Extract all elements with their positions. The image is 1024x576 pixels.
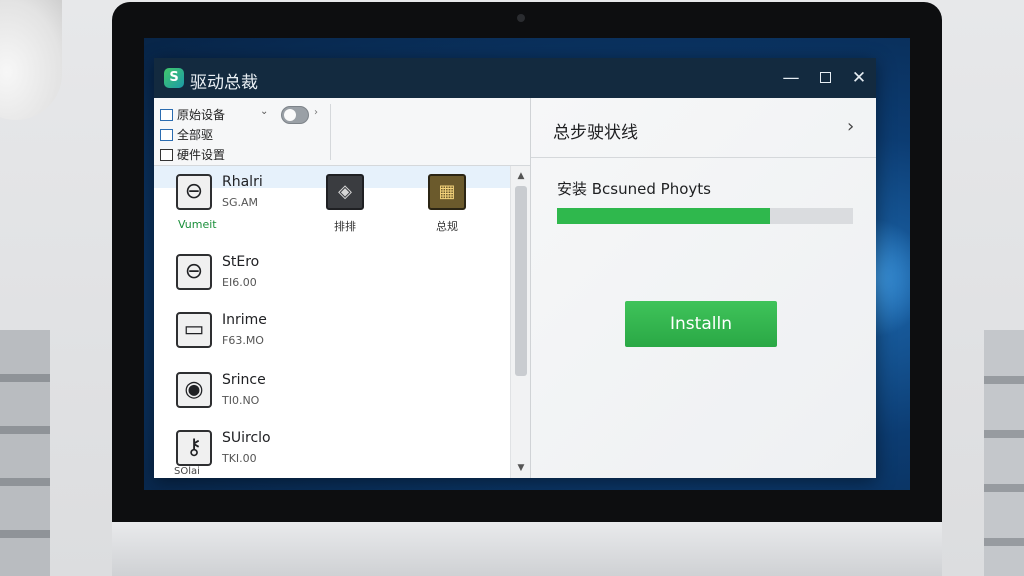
monitor-chin	[112, 522, 942, 576]
webcam	[517, 14, 525, 22]
maximize-icon	[819, 72, 831, 83]
install-button[interactable]: Installn	[625, 301, 777, 347]
install-progress-bar	[557, 208, 853, 224]
view-toggle[interactable]	[281, 106, 309, 124]
driver-icon	[160, 129, 173, 141]
list-item[interactable]: ⊖ Rhalri SG.AM Vumeit	[176, 174, 296, 231]
device-name: Inrime	[222, 312, 267, 328]
toolbar-divider	[330, 104, 331, 160]
right-shelf	[984, 330, 1024, 576]
checkbox-icon	[160, 149, 173, 161]
device-name: StEro	[222, 254, 260, 270]
device-name: Srince	[222, 372, 266, 388]
toolbar-item-label: 硬件设置	[177, 148, 226, 162]
desktop-screen: S 驱动总裁 — ✕ 原始设备 ⌄ › 全部驱 硬件设置 ⊖ Rhalri SG…	[144, 38, 910, 490]
install-pane-title: 总步驶状线	[553, 123, 638, 143]
toolbar-item-label: 原始设备	[177, 108, 226, 122]
toolbar-item-all-drivers[interactable]: 全部驱	[160, 126, 213, 144]
progress-label: 安装 Bcsuned Phoyts	[557, 180, 711, 198]
toggle-knob	[284, 109, 296, 121]
list-item-partial: SOlai	[174, 466, 200, 477]
list-item[interactable]: ◉ Srince TI0.NO	[176, 372, 296, 422]
install-pane: 总步驶状线 › 安装 Bcsuned Phoyts Installn	[531, 98, 876, 478]
device-name: SUirclo	[222, 430, 271, 446]
list-item[interactable]: ◈ 排排	[314, 174, 374, 236]
maximize-button[interactable]	[810, 66, 840, 90]
chip-label: 总规	[436, 220, 458, 233]
device-version: TI0.NO	[222, 394, 260, 407]
chevron-right-icon[interactable]: ›	[314, 107, 318, 118]
network-card-icon: ▭	[176, 312, 212, 348]
chevron-down-icon[interactable]: ⌄	[260, 106, 268, 117]
left-shelf	[0, 330, 50, 576]
minimize-button[interactable]: —	[776, 66, 806, 90]
close-button[interactable]: ✕	[844, 66, 874, 90]
scroll-down-icon[interactable]: ▼	[511, 460, 531, 476]
device-version: F63.MO	[222, 334, 264, 347]
list-item[interactable]: ▦ 总规	[416, 174, 476, 236]
device-version: EI6.00	[222, 276, 257, 289]
device-status: Vumeit	[178, 218, 217, 231]
app-logo-icon: S	[164, 68, 184, 88]
speaker-icon: ◉	[176, 372, 212, 408]
device-pane: 原始设备 ⌄ › 全部驱 硬件设置 ⊖ Rhalri SG.AM Vumeit …	[154, 98, 530, 478]
app-title: 驱动总裁	[190, 73, 258, 93]
list-item[interactable]: ⊖ StEro EI6.00	[176, 254, 296, 304]
scroll-thumb[interactable]	[515, 186, 527, 376]
install-pane-header[interactable]: 总步驶状线 ›	[531, 98, 876, 158]
device-chip-icon: ⊖	[176, 174, 212, 210]
processor-icon: ◈	[326, 174, 364, 210]
toolbar: 原始设备 ⌄ › 全部驱 硬件设置	[154, 98, 530, 166]
device-version: SG.AM	[222, 196, 259, 209]
device-list: ⊖ Rhalri SG.AM Vumeit ◈ 排排 ▦ 总规 ⊖ StEro …	[154, 166, 510, 478]
chevron-right-icon[interactable]: ›	[847, 116, 854, 137]
device-version: TKI.00	[222, 452, 257, 465]
key-icon: ⚷	[176, 430, 212, 466]
toolbar-item-hardware-settings[interactable]: 硬件设置	[160, 146, 225, 164]
app-window: S 驱动总裁 — ✕ 原始设备 ⌄ › 全部驱 硬件设置 ⊖ Rhalri SG…	[154, 58, 876, 478]
toolbar-item-original-devices[interactable]: 原始设备	[160, 106, 225, 124]
monitor: S 驱动总裁 — ✕ 原始设备 ⌄ › 全部驱 硬件设置 ⊖ Rhalri SG…	[112, 2, 942, 576]
device-icon	[160, 109, 173, 121]
scroll-up-icon[interactable]: ▲	[511, 168, 531, 184]
title-bar: S 驱动总裁 — ✕	[154, 58, 876, 98]
chip-label: 排排	[334, 220, 356, 233]
device-chip-icon: ⊖	[176, 254, 212, 290]
list-item[interactable]: ▭ Inrime F63.MO	[176, 312, 296, 362]
desk-lamp	[0, 0, 62, 120]
list-scrollbar[interactable]: ▲ ▼	[510, 166, 530, 478]
memory-chip-icon: ▦	[428, 174, 466, 210]
install-progress-fill	[557, 208, 771, 224]
toolbar-item-label: 全部驱	[177, 128, 214, 142]
device-name: Rhalri	[222, 174, 263, 190]
